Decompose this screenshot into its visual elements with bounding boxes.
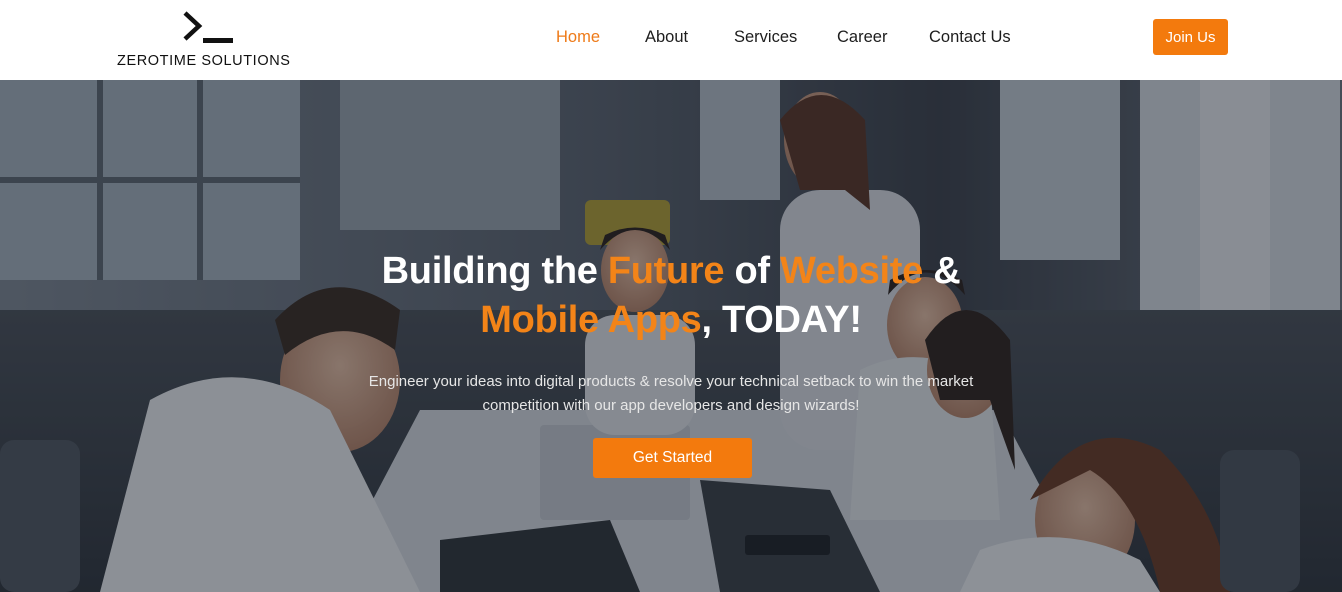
headline-text: of <box>724 250 781 292</box>
headline-text: Building the <box>381 250 608 292</box>
hero-content: Building the Future of Website & Mobile … <box>0 80 1342 592</box>
hero-headline-line1: Building the Future of Website & <box>0 250 1342 293</box>
join-us-button[interactable]: Join Us <box>1153 19 1228 55</box>
hero-subtitle-line1: Engineer your ideas into digital product… <box>368 373 974 390</box>
terminal-prompt-icon <box>183 11 233 43</box>
site-header: ZEROTIME SOLUTIONS Home About Services C… <box>0 0 1342 80</box>
brand-logo[interactable]: ZEROTIME SOLUTIONS <box>117 10 307 70</box>
nav-item-contact-us[interactable]: Contact Us <box>929 28 1011 47</box>
brand-name: ZEROTIME SOLUTIONS <box>117 53 291 69</box>
nav-item-career[interactable]: Career <box>837 28 887 47</box>
hero-section: Building the Future of Website & Mobile … <box>0 80 1342 592</box>
get-started-button[interactable]: Get Started <box>593 438 752 478</box>
headline-text: , TODAY! <box>701 299 862 341</box>
hero-headline-line2: Mobile Apps, TODAY! <box>0 299 1342 342</box>
nav-item-services[interactable]: Services <box>734 28 797 47</box>
nav-item-home[interactable]: Home <box>556 28 600 47</box>
headline-text: & <box>922 250 961 292</box>
hero-subtitle-line2: competition with our app developers and … <box>482 397 860 414</box>
headline-accent-future: Future <box>607 250 725 292</box>
nav-item-about[interactable]: About <box>645 28 688 47</box>
headline-accent-mobile-apps: Mobile Apps <box>480 299 702 341</box>
headline-accent-website: Website <box>780 250 923 292</box>
